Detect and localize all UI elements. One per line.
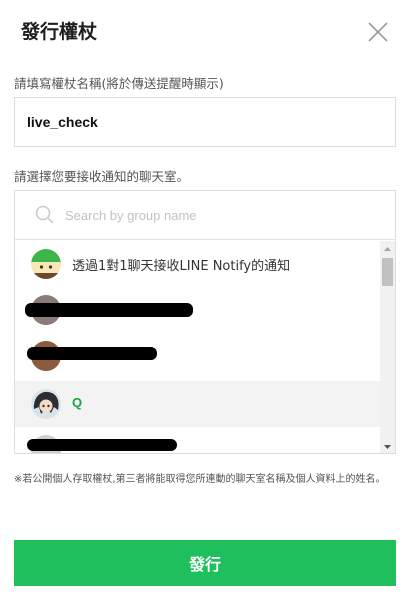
list-scrollbar[interactable] — [380, 241, 395, 453]
line-notify-avatar-icon — [31, 249, 61, 279]
chatroom-item[interactable] — [15, 427, 380, 453]
redaction-bar — [25, 303, 193, 317]
privacy-notice: ※若公開個人存取權杖,第三者將能取得您所連動的聊天室名稱及個人資料上的姓名。 — [14, 474, 386, 485]
dialog-title: 發行權杖 — [21, 21, 98, 43]
chatroom-item-selected[interactable]: Q — [15, 381, 380, 427]
chatroom-item[interactable] — [15, 287, 380, 333]
close-icon[interactable] — [366, 20, 390, 44]
chatroom-item-label: Q — [72, 395, 83, 410]
search-icon — [35, 205, 55, 225]
chatroom-item[interactable] — [15, 333, 380, 379]
scrollbar-thumb[interactable] — [382, 258, 393, 286]
chatroom-list: 透過1對1聊天接收LINE Notify的通知 — [14, 190, 396, 454]
search-row — [15, 191, 395, 240]
chatroom-item[interactable]: 透過1對1聊天接收LINE Notify的通知 — [15, 241, 380, 287]
token-name-input[interactable] — [14, 97, 396, 147]
chatroom-item-label: 透過1對1聊天接收LINE Notify的通知 — [72, 259, 291, 274]
redaction-bar — [27, 347, 157, 360]
scroll-down-icon[interactable] — [380, 439, 395, 453]
issue-button[interactable]: 發行 — [14, 540, 396, 586]
group-q-avatar-icon — [31, 389, 61, 419]
scroll-up-icon[interactable] — [380, 241, 395, 255]
chatroom-label: 請選擇您要接收通知的聊天室。 — [14, 169, 190, 184]
search-input[interactable] — [65, 201, 375, 229]
chatroom-rows: 透過1對1聊天接收LINE Notify的通知 Q — [15, 241, 380, 453]
token-name-label: 請填寫權杖名稱(將於傳送提醒時顯示) — [14, 76, 224, 91]
redaction-bar — [27, 439, 177, 451]
